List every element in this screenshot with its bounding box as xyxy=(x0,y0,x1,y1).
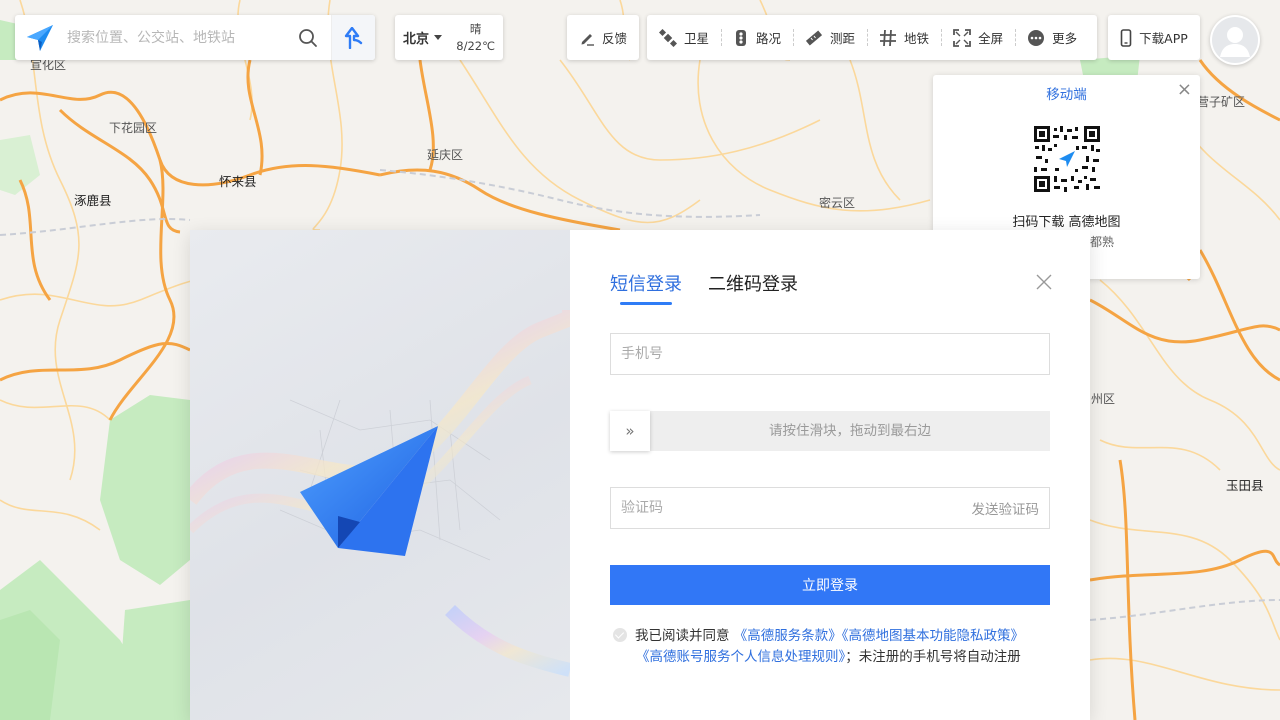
ruler-icon xyxy=(805,30,823,45)
satellite-icon xyxy=(659,28,677,47)
subway-button[interactable]: 地铁 xyxy=(867,15,941,60)
verification-code-field: 发送验证码 xyxy=(610,487,1050,529)
weather-condition: 晴 xyxy=(469,21,482,36)
agree-prefix: 我已阅读并同意 xyxy=(635,628,730,644)
agree-checkbox[interactable] xyxy=(613,628,627,642)
weather-temperature: 8/22℃ xyxy=(456,38,495,53)
send-code-button[interactable]: 发送验证码 xyxy=(972,498,1040,518)
paper-plane-illustration xyxy=(190,308,570,677)
fullscreen-button[interactable]: 全屏 xyxy=(941,15,1015,60)
terms-link[interactable]: 《高德服务条款》 xyxy=(734,628,842,644)
traffic-label: 路况 xyxy=(756,31,782,46)
agree-suffix: ；未注册的手机号将自动注册 xyxy=(845,649,1021,665)
mobile-popup-caption: 扫码下载 高德地图 xyxy=(1012,215,1121,230)
city-name[interactable]: 北京 xyxy=(403,28,429,47)
map-label-huailai: 怀来县 xyxy=(219,174,257,189)
fullscreen-icon xyxy=(953,28,971,47)
map-label-xiahuayuan: 下花园区 xyxy=(109,121,158,135)
verification-code-input[interactable] xyxy=(611,488,972,528)
slider-text: 请按住滑块，拖动到最右边 xyxy=(769,423,931,439)
phone-icon xyxy=(1120,28,1132,47)
map-label-miyun: 密云区 xyxy=(819,196,856,210)
mobile-popup-title: 移动端 xyxy=(1046,87,1087,103)
download-app-label: 下载APP xyxy=(1139,31,1188,46)
city-selector[interactable]: 北京 晴 8/22℃ xyxy=(395,15,503,60)
login-submit-button[interactable]: 立即登录 xyxy=(610,565,1050,605)
agreement: 我已阅读并同意 《高德服务条款》《高德地图基本功能隐私政策》 《高德账号服务个人… xyxy=(613,626,1053,668)
close-icon[interactable]: × xyxy=(1177,81,1192,99)
map-label-yutian: 玉田县 xyxy=(1226,478,1264,493)
login-illustration xyxy=(190,230,570,720)
slider-captcha: 请按住滑块，拖动到最右边 » xyxy=(610,411,1050,451)
measure-label: 测距 xyxy=(830,31,856,46)
more-icon xyxy=(1028,29,1045,46)
traffic-light-icon xyxy=(736,29,747,46)
slider-handle[interactable]: » xyxy=(610,411,650,451)
route-button[interactable] xyxy=(331,15,375,60)
phone-input[interactable] xyxy=(611,334,1049,374)
tab-sms-login[interactable]: 短信登录 xyxy=(610,270,682,305)
user-avatar[interactable] xyxy=(1210,15,1260,65)
pen-icon xyxy=(581,33,594,46)
agree-line-2: 《高德账号服务个人信息处理规则》；未注册的手机号将自动注册 xyxy=(613,647,1053,668)
download-app-button[interactable]: 下载APP xyxy=(1108,15,1200,60)
more-label: 更多 xyxy=(1052,31,1078,46)
search-input[interactable] xyxy=(67,29,287,46)
subway-icon xyxy=(880,29,897,46)
satellite-button[interactable]: 卫星 xyxy=(647,15,721,60)
close-icon[interactable] xyxy=(1036,274,1052,290)
tab-qr-login[interactable]: 二维码登录 xyxy=(708,270,798,305)
account-rules-link[interactable]: 《高德账号服务个人信息处理规则》 xyxy=(636,649,845,665)
double-chevron-right-icon: » xyxy=(625,422,635,440)
route-icon xyxy=(344,26,362,49)
feedback-label: 反馈 xyxy=(601,31,627,46)
login-tabs: 短信登录 二维码登录 xyxy=(610,270,798,305)
more-button[interactable]: 更多 xyxy=(1015,15,1089,60)
subway-label: 地铁 xyxy=(904,31,930,46)
amap-logo-icon[interactable] xyxy=(25,23,55,53)
map-label-yingzi: 营子矿区 xyxy=(1197,95,1246,109)
map-tools: 卫星 路况 测距 地铁 全屏 更多 xyxy=(647,15,1097,60)
satellite-label: 卫星 xyxy=(684,31,710,46)
map-label-zhuolu: 涿鹿县 xyxy=(74,193,112,208)
traffic-button[interactable]: 路况 xyxy=(721,15,793,60)
search-button[interactable] xyxy=(293,23,323,53)
login-form: 短信登录 二维码登录 请按住滑块，拖动到最右边 » 发送验证码 立即登录 我已阅… xyxy=(570,230,1090,720)
measure-button[interactable]: 测距 xyxy=(793,15,867,60)
qr-code-image xyxy=(1034,126,1100,192)
privacy-link[interactable]: 《高德地图基本功能隐私政策》 xyxy=(842,628,1024,644)
login-modal: 短信登录 二维码登录 请按住滑块，拖动到最右边 » 发送验证码 立即登录 我已阅… xyxy=(190,230,1090,720)
caret-down-icon xyxy=(434,35,443,40)
phone-field xyxy=(610,333,1050,375)
user-avatar-icon xyxy=(1212,17,1258,63)
weather-info: 晴 8/22℃ xyxy=(456,21,495,55)
mobile-popup-subtext: 都熟 xyxy=(1090,235,1115,249)
map-label-zhou: 州区 xyxy=(1091,392,1116,406)
search-icon xyxy=(299,28,317,47)
feedback-button[interactable]: 反馈 xyxy=(567,15,639,60)
fullscreen-label: 全屏 xyxy=(978,31,1004,46)
map-label-yanqing: 延庆区 xyxy=(427,148,464,162)
search-bar xyxy=(15,15,375,60)
